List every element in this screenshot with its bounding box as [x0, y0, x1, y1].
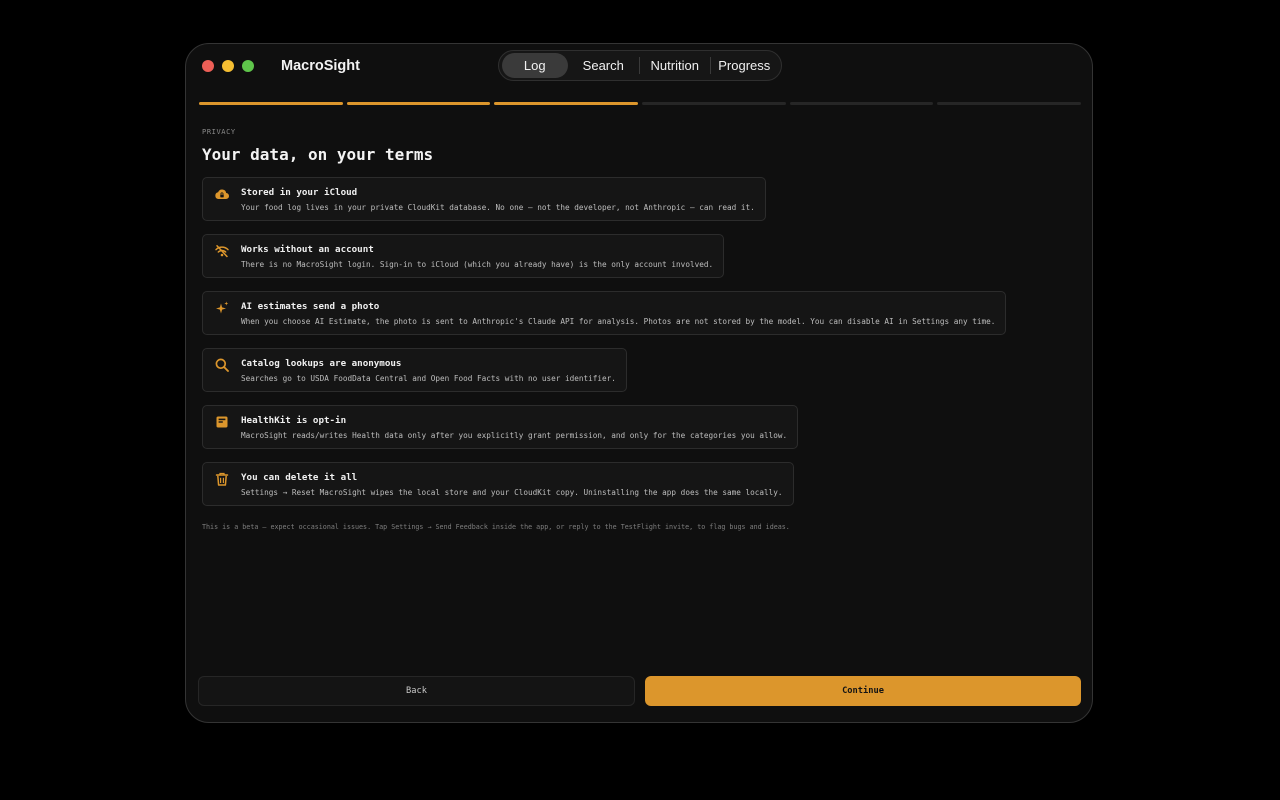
privacy-card-catalog: Catalog lookups are anonymous Searches g…	[202, 348, 627, 392]
card-title: Catalog lookups are anonymous	[241, 358, 402, 369]
wifi-off-icon	[214, 243, 230, 259]
tab-search[interactable]: Search	[568, 53, 639, 78]
minimize-window-button[interactable]	[222, 60, 234, 72]
progress-step	[789, 102, 934, 105]
zoom-window-button[interactable]	[242, 60, 254, 72]
card-text: Catalog lookups are anonymous Searches g…	[241, 349, 616, 384]
privacy-card-healthkit: HealthKit is opt-in MacroSight reads/wri…	[202, 405, 799, 449]
app-title: MacroSight	[281, 58, 360, 74]
privacy-card-no-account: Works without an account There is no Mac…	[202, 234, 725, 278]
onboarding-progress	[199, 102, 1082, 105]
close-window-button[interactable]	[202, 60, 214, 72]
trash-icon	[214, 471, 230, 487]
app-window: MacroSight Log Search Nutrition Progress…	[185, 43, 1093, 723]
search-icon	[214, 357, 230, 373]
card-title: HealthKit is opt-in	[241, 415, 347, 426]
progress-step	[937, 102, 1082, 105]
page-title: Your data, on your terms	[202, 145, 434, 164]
back-button[interactable]: Back	[198, 676, 635, 706]
cloud-lock-icon	[214, 186, 230, 202]
tab-nutrition[interactable]: Nutrition	[640, 53, 710, 78]
card-title: Stored in your iCloud	[241, 187, 358, 198]
card-description: Searches go to USDA FoodData Central and…	[241, 374, 616, 383]
progress-step	[642, 102, 786, 105]
tab-bar: Log Search Nutrition Progress	[498, 50, 782, 81]
card-title: You can delete it all	[241, 472, 358, 483]
continue-button[interactable]: Continue	[645, 676, 1081, 706]
privacy-section: PRIVACY Your data, on your terms Stored …	[202, 127, 1082, 531]
card-title: AI estimates send a photo	[241, 301, 380, 312]
progress-step	[494, 102, 639, 105]
privacy-card-ai-photo: AI estimates send a photo When you choos…	[202, 291, 1007, 335]
card-text: HealthKit is opt-in MacroSight reads/wri…	[241, 406, 787, 441]
card-description: Settings → Reset MacroSight wipes the lo…	[241, 488, 783, 497]
card-text: Stored in your iCloud Your food log live…	[241, 178, 755, 213]
sparkles-icon	[214, 300, 230, 316]
beta-footnote: This is a beta — expect occasional issue…	[202, 523, 790, 531]
tab-log[interactable]: Log	[502, 53, 568, 78]
card-description: MacroSight reads/writes Health data only…	[241, 431, 788, 440]
card-description: There is no MacroSight login. Sign-in to…	[241, 260, 714, 269]
card-text: You can delete it all Settings → Reset M…	[241, 463, 783, 498]
privacy-card-delete: You can delete it all Settings → Reset M…	[202, 462, 794, 506]
card-description: Your food log lives in your private Clou…	[241, 203, 755, 212]
progress-step	[346, 102, 491, 105]
card-text: AI estimates send a photo When you choos…	[241, 292, 995, 327]
window-controls	[202, 60, 254, 72]
card-description: When you choose AI Estimate, the photo i…	[241, 317, 996, 326]
tab-progress[interactable]: Progress	[711, 53, 779, 78]
section-eyebrow: PRIVACY	[202, 128, 236, 136]
card-title: Works without an account	[241, 244, 374, 255]
progress-step	[199, 102, 343, 105]
card-text: Works without an account There is no Mac…	[241, 235, 713, 270]
privacy-card-icloud: Stored in your iCloud Your food log live…	[202, 177, 766, 221]
privacy-card-list: Stored in your iCloud Your food log live…	[202, 177, 1082, 506]
health-record-icon	[214, 414, 230, 430]
